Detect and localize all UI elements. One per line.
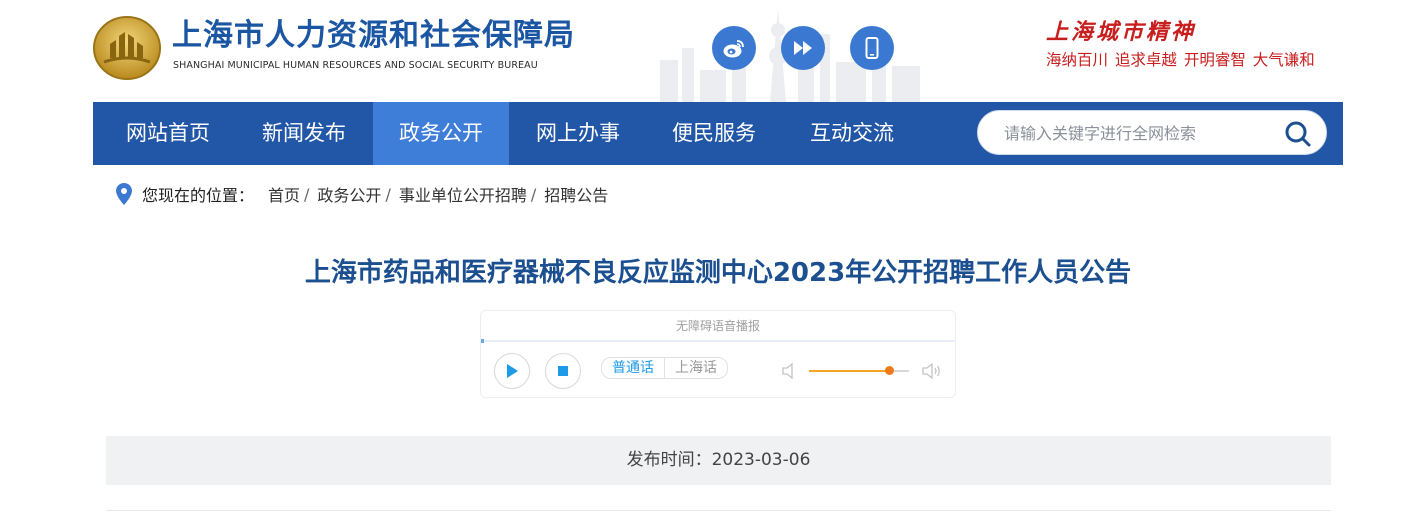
nav-item-government-affairs[interactable]: 政务公开 <box>373 102 509 165</box>
search-input[interactable] <box>1002 111 1276 156</box>
play-icon <box>507 364 518 378</box>
city-spirit-slogan: 海纳百川 追求卓越 开明睿智 大气谦和 <box>1046 51 1315 69</box>
play-button[interactable] <box>494 353 530 389</box>
language-mandarin[interactable]: 普通话 <box>602 358 665 378</box>
progress-track[interactable] <box>481 340 955 342</box>
nav-item-public-services[interactable]: 便民服务 <box>652 102 776 165</box>
breadcrumb-government-affairs[interactable]: 政务公开 <box>317 182 381 206</box>
search-icon[interactable] <box>1284 120 1312 148</box>
volume-level <box>809 370 889 372</box>
breadcrumb-announcement[interactable]: 招聘公告 <box>544 182 608 206</box>
player-title: 无障碍语音播报 <box>675 319 760 333</box>
bureau-logo[interactable] <box>92 14 162 80</box>
site-search <box>977 110 1327 156</box>
breadcrumb-separator: / <box>304 184 310 204</box>
nav-item-online-services[interactable]: 网上办事 <box>516 102 640 165</box>
site-header: 上海市人力资源和社会保障局 SHANGHAI MUNICIPAL HUMAN R… <box>0 0 1414 102</box>
nav-item-news[interactable]: 新闻发布 <box>242 102 366 165</box>
stop-icon <box>558 366 568 376</box>
volume-low-icon[interactable] <box>781 361 797 381</box>
mobile-phone-icon <box>865 37 879 59</box>
publish-time-bar: 发布时间：2023-03-06 <box>106 436 1331 485</box>
breadcrumb-recruitment[interactable]: 事业单位公开招聘 <box>399 182 527 206</box>
breadcrumb-home[interactable]: 首页 <box>268 182 300 206</box>
progress-indicator <box>481 339 484 343</box>
nav-item-home[interactable]: 网站首页 <box>106 102 230 165</box>
publish-time: 发布时间：2023-03-06 <box>626 450 811 470</box>
location-pin-icon <box>116 183 132 205</box>
site-name-english: SHANGHAI MUNICIPAL HUMAN RESOURCES AND S… <box>173 60 538 71</box>
weibo-icon <box>723 40 744 58</box>
video-button[interactable] <box>781 26 825 70</box>
language-shanghainese[interactable]: 上海话 <box>665 358 727 378</box>
weibo-button[interactable] <box>712 26 756 70</box>
volume-slider[interactable] <box>809 366 909 375</box>
play-forward-icon <box>794 41 812 55</box>
main-nav: 网站首页 新闻发布 政务公开 网上办事 便民服务 互动交流 <box>93 102 1343 165</box>
volume-high-icon[interactable] <box>921 361 943 381</box>
breadcrumb: 您现在的位置： 首页 / 政务公开 / 事业单位公开招聘 / 招聘公告 <box>116 181 608 207</box>
stop-button[interactable] <box>545 353 581 389</box>
site-name: 上海市人力资源和社会保障局 <box>172 18 575 53</box>
audio-player: 无障碍语音播报 普通话 上海话 <box>480 310 956 398</box>
breadcrumb-separator: / <box>530 184 537 204</box>
language-toggle: 普通话 上海话 <box>601 357 728 379</box>
breadcrumb-separator: / <box>385 184 391 204</box>
mobile-button[interactable] <box>850 26 894 70</box>
city-spirit-title: 上海城市精神 <box>1046 19 1197 45</box>
article-title: 上海市药品和医疗器械不良反应监测中心2023年公开招聘工作人员公告 <box>304 258 1132 288</box>
divider <box>106 510 1331 511</box>
nav-item-interaction[interactable]: 互动交流 <box>790 102 914 165</box>
breadcrumb-label: 您现在的位置： <box>142 186 255 205</box>
volume-knob[interactable] <box>885 366 894 375</box>
